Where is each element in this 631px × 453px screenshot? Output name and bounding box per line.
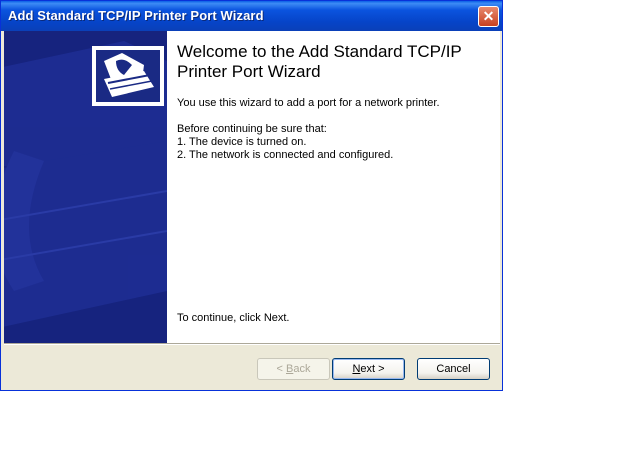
intro-text: You use this wizard to add a port for a …: [177, 97, 440, 109]
back-button[interactable]: < Back: [257, 358, 330, 380]
wizard-body: Welcome to the Add Standard TCP/IP Print…: [4, 31, 500, 343]
cancel-label: Cancel: [436, 363, 471, 375]
window-title: Add Standard TCP/IP Printer Port Wizard: [8, 8, 264, 23]
continue-text: To continue, click Next.: [177, 312, 290, 324]
button-separator: [4, 343, 500, 345]
requirement-item: 1. The device is turned on.: [177, 136, 307, 148]
wizard-heading: Welcome to the Add Standard TCP/IP Print…: [177, 42, 462, 81]
close-button[interactable]: ✕: [478, 6, 499, 27]
back-label-rest: ack: [293, 363, 311, 375]
back-label-prefix: <: [276, 363, 286, 375]
wizard-window: Add Standard TCP/IP Printer Port Wizard …: [0, 0, 503, 391]
before-continuing-label: Before continuing be sure that:: [177, 123, 327, 135]
wizard-banner: [4, 31, 167, 343]
requirement-item: 2. The network is connected and configur…: [177, 149, 394, 161]
cancel-button[interactable]: Cancel: [417, 358, 490, 380]
next-button[interactable]: Next >: [332, 358, 405, 380]
next-label-rest: ext >: [360, 363, 385, 375]
banner-artwork: [4, 31, 167, 343]
close-icon: ✕: [482, 8, 495, 24]
printer-wizard-icon: [92, 46, 164, 106]
title-bar[interactable]: Add Standard TCP/IP Printer Port Wizard …: [1, 1, 502, 31]
